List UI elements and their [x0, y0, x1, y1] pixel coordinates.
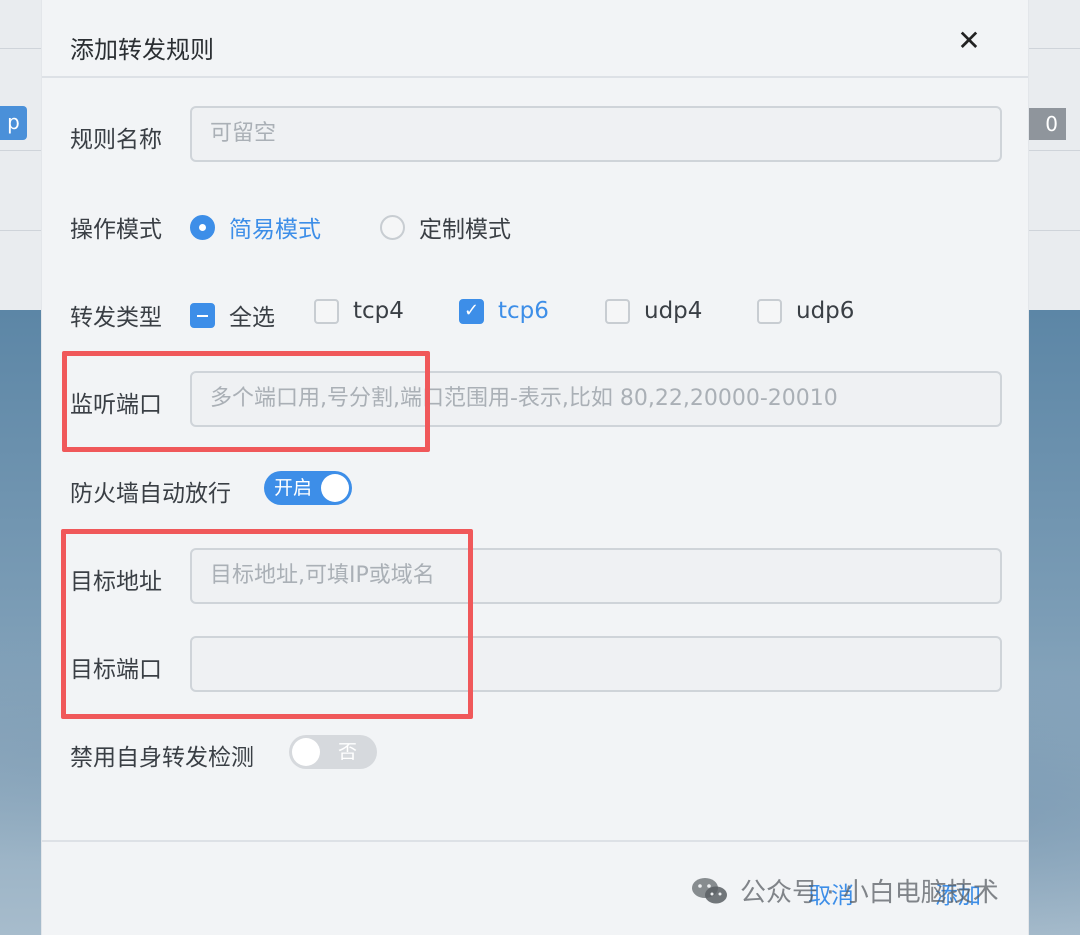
watermark: 公众号 · 小白电脑技术: [690, 872, 999, 909]
firewall-toggle[interactable]: 开启: [264, 471, 352, 505]
highlight-box-target: [61, 529, 473, 719]
firewall-label: 防火墙自动放行: [70, 481, 231, 507]
checkbox-tcp6[interactable]: ✓ tcp6: [459, 298, 549, 324]
wechat-icon: [692, 877, 727, 903]
rule-name-label: 规则名称: [70, 127, 162, 153]
checkbox-label: udp6: [796, 298, 855, 324]
forward-type-row: 转发类型 全选 tcp4 ✓ tcp6 udp4 udp6: [70, 296, 1002, 332]
toggle-text: 否: [337, 741, 357, 763]
checkbox-tcp4[interactable]: tcp4: [314, 298, 404, 324]
highlight-box-listen-port: [62, 351, 430, 452]
rule-name-input[interactable]: 可留空: [190, 106, 1002, 162]
close-icon[interactable]: ✕: [954, 26, 984, 56]
radio-label: 简易模式: [229, 217, 321, 243]
indeterminate-checkbox-icon: [190, 302, 215, 328]
background-button[interactable]: p: [0, 106, 27, 140]
radio-checked-icon: [190, 214, 215, 240]
dialog-title: 添加转发规则: [70, 36, 214, 64]
disable-self-check-row: 禁用自身转发检测 否: [70, 734, 1002, 771]
radio-unchecked-icon: [380, 214, 405, 240]
watermark-text: 公众号 · 小白电脑技术: [740, 878, 999, 908]
radio-custom-mode[interactable]: 定制模式: [380, 210, 511, 244]
checkmark-icon: ✓: [459, 298, 484, 324]
checkbox-label: tcp6: [498, 298, 549, 324]
mode-label: 操作模式: [70, 217, 162, 243]
checkbox-label: 全选: [229, 305, 275, 331]
radio-simple-mode[interactable]: 简易模式: [190, 210, 321, 244]
background-count: 0: [1045, 112, 1058, 136]
checkbox-label: tcp4: [353, 298, 404, 324]
checkbox-udp4[interactable]: udp4: [605, 298, 702, 324]
firewall-row: 防火墙自动放行 开启: [70, 470, 1002, 507]
checkbox-udp6[interactable]: udp6: [757, 298, 854, 324]
disable-self-check-label: 禁用自身转发检测: [70, 745, 254, 771]
disable-self-check-toggle[interactable]: 否: [289, 735, 377, 769]
checkbox-select-all[interactable]: 全选: [190, 298, 275, 332]
rule-name-row: 规则名称 可留空: [70, 106, 1002, 162]
toggle-knob: [292, 738, 320, 766]
checkbox-icon: [314, 298, 339, 324]
radio-label: 定制模式: [419, 217, 511, 243]
toggle-knob: [321, 474, 349, 502]
checkbox-icon: [605, 298, 630, 324]
dialog-header: 添加转发规则 ✕: [42, 0, 1028, 78]
forward-type-label: 转发类型: [70, 305, 162, 331]
toggle-text: 开启: [274, 477, 313, 499]
mode-row: 操作模式 简易模式 定制模式: [70, 208, 1002, 244]
checkbox-label: udp4: [644, 298, 703, 324]
add-forward-rule-dialog: 添加转发规则 ✕ 规则名称 可留空 操作模式 简易模式 定制模式 转发类型 全选…: [41, 0, 1029, 935]
checkbox-icon: [757, 298, 782, 324]
